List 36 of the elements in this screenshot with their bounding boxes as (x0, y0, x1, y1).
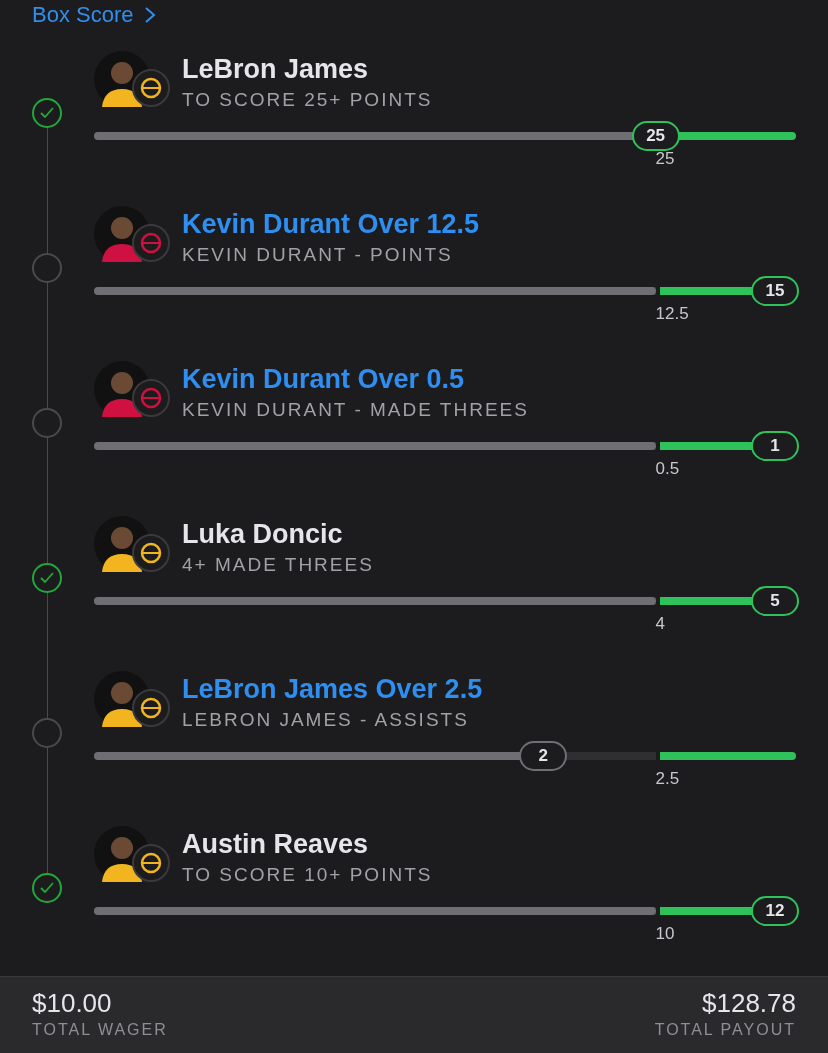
chevron-right-icon (143, 6, 156, 24)
leg-title: Luka Doncic (182, 517, 344, 551)
leg-subtitle: TO SCORE 25+ POINTS (182, 87, 433, 112)
leg-title: LeBron James (182, 52, 370, 86)
team-logo-icon (132, 223, 170, 262)
leg-title: Austin Reaves (182, 827, 370, 861)
leg-title[interactable]: Kevin Durant Over 12.5 (182, 205, 480, 242)
total-payout: $128.78 (702, 987, 796, 1018)
threshold-value: 4 (655, 613, 666, 634)
leg-subtitle: LEBRON JAMES - ASSISTS (182, 707, 470, 732)
team-logo-icon (132, 68, 170, 107)
threshold-value: 0.5 (655, 458, 680, 479)
team-logo-icon (132, 843, 170, 882)
total-wager: $10.00 (32, 987, 113, 1018)
leg-title[interactable]: LeBron James Over 2.5 (182, 670, 483, 707)
current-value-bubble: 12 (750, 895, 799, 926)
box-score-link[interactable]: Box Score (32, 2, 156, 28)
threshold-value: 25 (655, 148, 675, 169)
current-value-bubble: 1 (750, 430, 799, 461)
current-value-bubble: 2 (519, 740, 568, 771)
team-logo-icon (132, 688, 170, 727)
leg-subtitle: KEVIN DURANT - POINTS (182, 242, 454, 267)
total-wager-label: TOTAL WAGER (32, 1019, 168, 1040)
current-value-bubble: 5 (750, 585, 799, 616)
current-value-bubble: 25 (631, 120, 680, 151)
leg-subtitle: 4+ MADE THREES (182, 552, 374, 577)
threshold-value: 12.5 (655, 303, 689, 324)
threshold-value: 2.5 (655, 768, 680, 789)
leg-title[interactable]: Kevin Durant Over 0.5 (182, 360, 529, 397)
threshold-value: 10 (655, 923, 675, 944)
leg-subtitle: KEVIN DURANT - MADE THREES (182, 397, 529, 422)
team-logo-icon (132, 533, 170, 572)
team-logo-icon (132, 378, 170, 417)
leg-subtitle: TO SCORE 10+ POINTS (182, 862, 433, 887)
current-value-bubble: 15 (750, 275, 799, 306)
total-payout-label: TOTAL PAYOUT (654, 1019, 796, 1040)
